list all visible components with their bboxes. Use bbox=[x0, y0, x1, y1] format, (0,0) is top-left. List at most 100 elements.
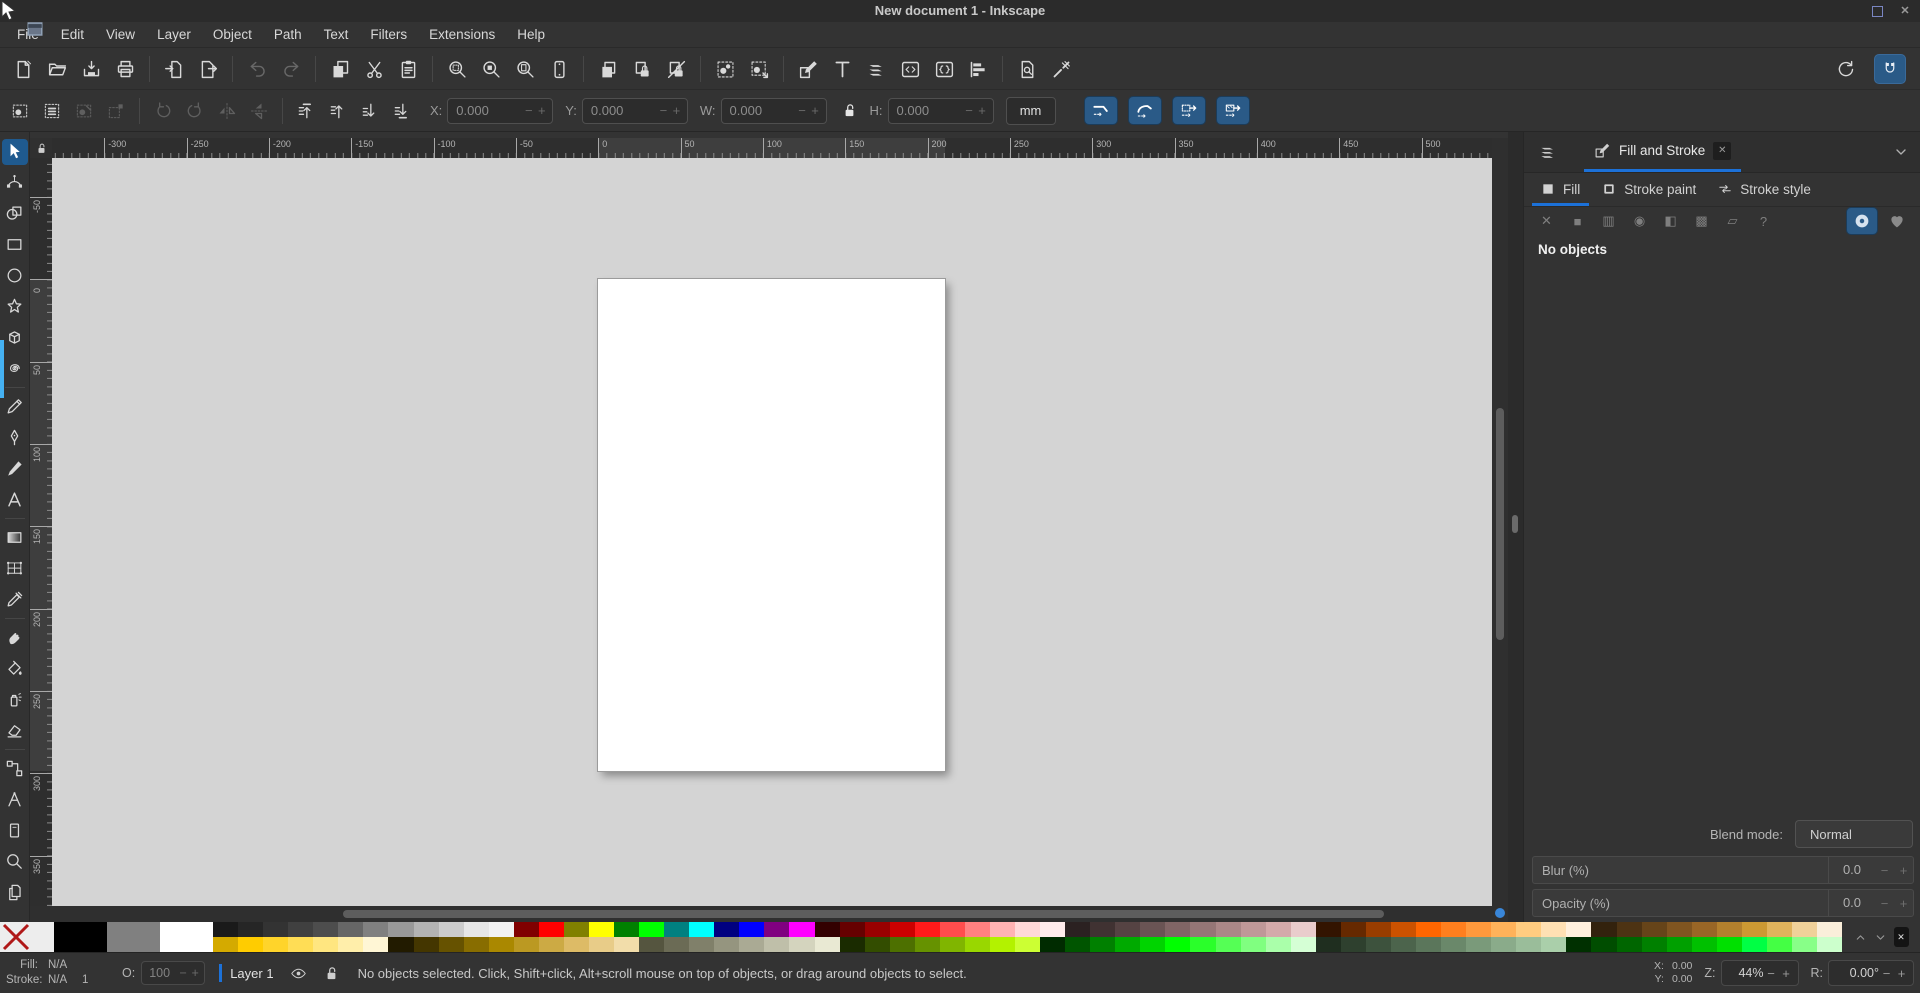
flip-horizontal-button[interactable] bbox=[211, 95, 243, 127]
copy-button[interactable] bbox=[323, 52, 357, 86]
zoom-drawing-button[interactable] bbox=[474, 52, 508, 86]
palette-swatch[interactable] bbox=[1015, 937, 1041, 952]
palette-swatch[interactable] bbox=[538, 937, 564, 952]
save-document-button[interactable] bbox=[74, 52, 108, 86]
palette-swatch[interactable] bbox=[939, 922, 965, 937]
palette-config-button[interactable]: ✕ bbox=[1893, 927, 1909, 947]
text-dialog-button[interactable] bbox=[825, 52, 859, 86]
palette-swatch[interactable] bbox=[1817, 922, 1843, 937]
palette-scroll-up-icon[interactable] bbox=[1854, 931, 1867, 944]
gradient-tool[interactable] bbox=[2, 525, 28, 551]
decrement-icon[interactable]: − bbox=[1875, 863, 1894, 878]
palette-swatch[interactable] bbox=[1190, 937, 1216, 952]
palette-swatch[interactable] bbox=[1015, 922, 1041, 937]
canvas-rotation-button[interactable] bbox=[1828, 52, 1862, 86]
opacity-slider[interactable]: Opacity (%) 0.0 − + bbox=[1532, 889, 1914, 917]
pattern-button[interactable]: ◧ bbox=[1657, 209, 1684, 233]
pencil-tool[interactable] bbox=[2, 394, 28, 420]
palette-swatch[interactable] bbox=[1691, 937, 1717, 952]
select-all-layers-button[interactable] bbox=[36, 95, 68, 127]
calligraphy-tool[interactable] bbox=[2, 456, 28, 482]
palette-swatch[interactable] bbox=[1065, 922, 1091, 937]
increment-icon[interactable]: + bbox=[670, 103, 683, 118]
fill-rule-nonzero-button[interactable] bbox=[1846, 207, 1878, 235]
palette-swatch[interactable] bbox=[313, 937, 339, 952]
palette-swatch[interactable] bbox=[614, 922, 640, 937]
palette-swatch[interactable] bbox=[1441, 922, 1467, 937]
menu-item[interactable]: Filters bbox=[359, 22, 418, 47]
select-inverse-button[interactable] bbox=[100, 95, 132, 127]
box-3d-tool[interactable] bbox=[2, 325, 28, 351]
palette-swatch[interactable] bbox=[864, 922, 890, 937]
palette-scroll-down-icon[interactable] bbox=[1874, 931, 1887, 944]
measure-tool[interactable] bbox=[2, 787, 28, 813]
palette-swatch[interactable] bbox=[338, 937, 364, 952]
move-patterns-toggle[interactable] bbox=[1215, 96, 1250, 125]
menu-item[interactable]: Help bbox=[506, 22, 556, 47]
palette-swatch[interactable] bbox=[238, 922, 264, 937]
palette-swatch[interactable] bbox=[664, 922, 690, 937]
decrement-icon[interactable]: − bbox=[522, 103, 535, 118]
horizontal-scrollbar[interactable] bbox=[30, 906, 1492, 922]
palette-swatch[interactable] bbox=[1641, 937, 1667, 952]
selector-tool[interactable] bbox=[1, 138, 28, 165]
palette-swatch[interactable] bbox=[839, 922, 865, 937]
new-document-button[interactable] bbox=[6, 52, 40, 86]
palette-swatch[interactable] bbox=[213, 922, 239, 937]
palette-swatch[interactable] bbox=[563, 937, 589, 952]
palette-swatch[interactable] bbox=[1516, 937, 1542, 952]
opacity-value[interactable]: 0.0 bbox=[1828, 890, 1875, 916]
palette-swatch[interactable] bbox=[764, 937, 790, 952]
palette-swatch[interactable] bbox=[363, 937, 389, 952]
palette-swatch[interactable] bbox=[1441, 937, 1467, 952]
increment-icon[interactable]: + bbox=[1779, 966, 1794, 981]
palette-swatch[interactable] bbox=[1315, 937, 1341, 952]
close-button[interactable]: ✕ bbox=[1898, 4, 1912, 18]
no-color-swatch[interactable] bbox=[0, 922, 54, 952]
mesh-gradient-button[interactable]: ▩ bbox=[1688, 209, 1715, 233]
palette-swatch[interactable] bbox=[1591, 937, 1617, 952]
palette-swatch[interactable] bbox=[588, 922, 614, 937]
spin-input[interactable]: 0.000 − + bbox=[447, 97, 554, 124]
palette-swatch[interactable] bbox=[588, 937, 614, 952]
palette-swatch[interactable] bbox=[313, 922, 339, 937]
decrement-icon[interactable]: − bbox=[1764, 966, 1779, 981]
palette-swatch[interactable] bbox=[288, 922, 314, 937]
palette-swatch[interactable] bbox=[513, 937, 539, 952]
palette-swatch[interactable] bbox=[1090, 937, 1116, 952]
import-button[interactable] bbox=[157, 52, 191, 86]
palette-swatch[interactable] bbox=[689, 922, 715, 937]
pen-tool[interactable] bbox=[2, 425, 28, 451]
menu-item[interactable]: Path bbox=[263, 22, 313, 47]
increment-icon[interactable]: + bbox=[1894, 966, 1909, 981]
raise-to-top-button[interactable] bbox=[290, 95, 322, 127]
palette-swatch[interactable] bbox=[764, 922, 790, 937]
increment-icon[interactable]: + bbox=[1894, 863, 1913, 878]
palette-swatch[interactable] bbox=[964, 922, 990, 937]
fill-stroke-dialog-button[interactable] bbox=[791, 52, 825, 86]
palette-swatch[interactable] bbox=[1616, 937, 1642, 952]
undo-button[interactable] bbox=[240, 52, 274, 86]
palette-swatch[interactable] bbox=[1040, 937, 1066, 952]
connector-tool[interactable] bbox=[2, 756, 28, 782]
create-clone-button[interactable] bbox=[625, 52, 659, 86]
palette-swatch[interactable] bbox=[889, 937, 915, 952]
palette-swatch[interactable] bbox=[1566, 922, 1592, 937]
palette-swatch[interactable] bbox=[213, 937, 239, 952]
zoom-page-button[interactable] bbox=[508, 52, 542, 86]
document-page[interactable] bbox=[598, 279, 945, 771]
palette-swatch[interactable] bbox=[1791, 937, 1817, 952]
palette-swatch[interactable] bbox=[1090, 922, 1116, 937]
menu-item[interactable]: View bbox=[95, 22, 146, 47]
palette-swatch[interactable] bbox=[1491, 937, 1517, 952]
flip-vertical-button[interactable] bbox=[243, 95, 275, 127]
swatch-button[interactable]: ▱ bbox=[1719, 209, 1746, 233]
palette-swatch[interactable] bbox=[1215, 937, 1241, 952]
decrement-icon[interactable]: − bbox=[963, 103, 976, 118]
palette-swatch[interactable] bbox=[839, 937, 865, 952]
palette-swatch[interactable] bbox=[1115, 937, 1141, 952]
rotation-spinner[interactable]: 0.00° − + bbox=[1828, 960, 1914, 986]
palette-swatch[interactable] bbox=[714, 937, 740, 952]
scale-corners-toggle[interactable] bbox=[1127, 96, 1162, 125]
palette-swatch[interactable] bbox=[413, 937, 439, 952]
